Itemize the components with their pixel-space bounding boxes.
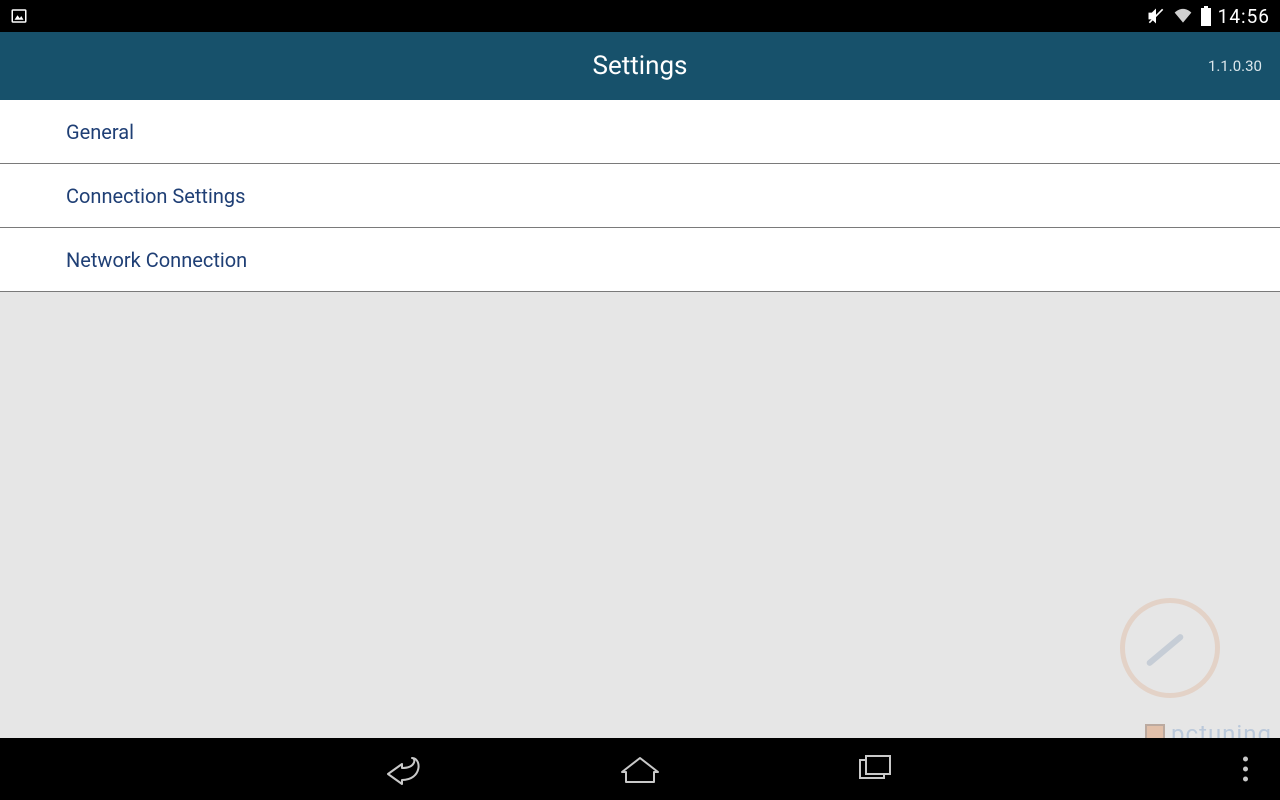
home-icon bbox=[616, 752, 664, 786]
dot-icon bbox=[1243, 757, 1248, 762]
navigation-bar bbox=[0, 738, 1280, 800]
home-button[interactable] bbox=[613, 750, 667, 788]
list-item-label: Connection Settings bbox=[66, 184, 245, 208]
content-area: pctuning bbox=[0, 292, 1280, 738]
list-item-label: General bbox=[66, 120, 134, 144]
recent-apps-button[interactable] bbox=[847, 750, 901, 788]
wifi-icon bbox=[1172, 6, 1194, 26]
battery-icon bbox=[1200, 6, 1212, 26]
watermark-needle-icon bbox=[1145, 633, 1184, 667]
list-item-network-connection[interactable]: Network Connection bbox=[0, 228, 1280, 292]
clock: 14:56 bbox=[1218, 5, 1270, 28]
list-item-general[interactable]: General bbox=[0, 100, 1280, 164]
status-bar: 14:56 bbox=[0, 0, 1280, 32]
back-icon bbox=[382, 752, 430, 786]
list-item-connection-settings[interactable]: Connection Settings bbox=[0, 164, 1280, 228]
version-label: 1.1.0.30 bbox=[1208, 57, 1262, 75]
overflow-menu-button[interactable] bbox=[1235, 749, 1256, 790]
settings-list: General Connection Settings Network Conn… bbox=[0, 100, 1280, 292]
image-icon bbox=[10, 7, 28, 25]
page-title: Settings bbox=[593, 51, 688, 81]
recent-icon bbox=[850, 752, 898, 786]
title-bar: Settings 1.1.0.30 bbox=[0, 32, 1280, 100]
back-button[interactable] bbox=[379, 750, 433, 788]
list-item-label: Network Connection bbox=[66, 248, 247, 272]
watermark-gauge-icon bbox=[1120, 598, 1220, 698]
dot-icon bbox=[1243, 777, 1248, 782]
dot-icon bbox=[1243, 767, 1248, 772]
mute-icon bbox=[1146, 6, 1166, 26]
